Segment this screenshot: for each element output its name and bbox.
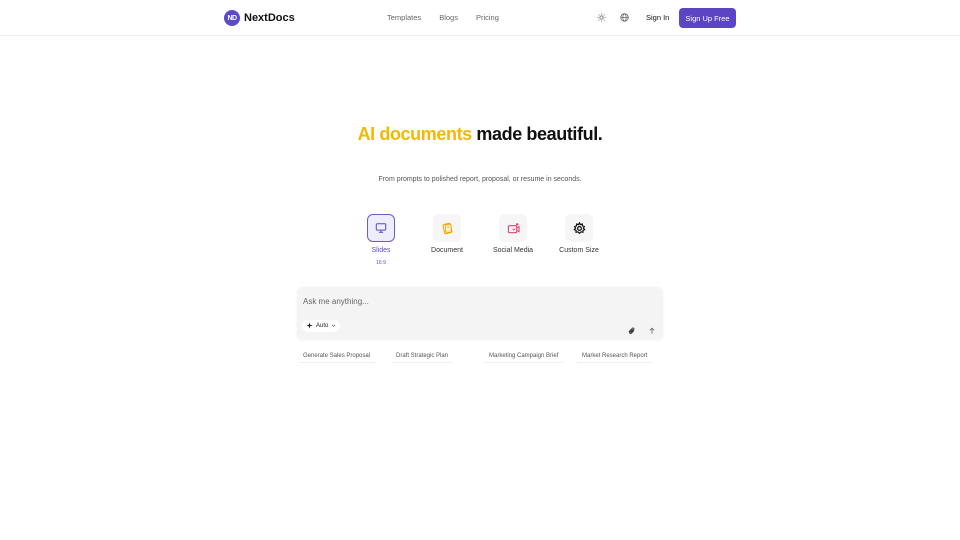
mode-selector-label: Auto [316, 323, 329, 329]
social-media-icon [499, 214, 527, 242]
hero-title-accent: AI documents [357, 124, 473, 144]
document-icon [433, 214, 461, 242]
prompt-input[interactable] [303, 294, 643, 308]
mode-slides[interactable]: Slides 16:9 [351, 214, 411, 266]
nav-pricing[interactable]: Pricing [476, 13, 499, 22]
mode-custom-size[interactable]: Custom Size [549, 214, 609, 254]
sun-icon[interactable] [596, 12, 606, 22]
hero-title-rest: made beautiful. [476, 124, 603, 144]
monitor-icon [367, 214, 395, 242]
mode-aspect-ratio: 16:9 [376, 260, 386, 266]
top-nav-bar: ND NextDocs Templates Blogs Pricing Sign… [0, 0, 960, 36]
hero-subtitle: From prompts to polished report, proposa… [378, 176, 582, 183]
mode-selector-button[interactable]: Auto [302, 320, 341, 332]
sign-up-button[interactable]: Sign Up Free [679, 8, 736, 28]
brand-name: NextDocs [244, 12, 295, 24]
brand-logo[interactable]: ND NextDocs [224, 10, 295, 26]
logo-mark: ND [224, 10, 240, 26]
nav-templates[interactable]: Templates [387, 13, 421, 22]
mode-label: Slides [371, 247, 391, 254]
suggestion-chip[interactable]: Market Research Report [577, 349, 653, 363]
prompt-card: Auto [297, 287, 663, 339]
suggestion-chip[interactable]: Draft Strategic Plan [391, 349, 454, 363]
gear-icon [565, 214, 593, 242]
nav-blogs[interactable]: Blogs [439, 13, 458, 22]
sign-in-link[interactable]: Sign In [646, 13, 669, 22]
mode-label: Document [431, 247, 463, 254]
hero-title: AI documents made beautiful. [0, 124, 960, 145]
main-nav: Templates Blogs Pricing [387, 13, 499, 22]
send-arrow-icon[interactable] [648, 322, 656, 340]
mode-social-media[interactable]: Social Media [483, 214, 543, 254]
sparkle-icon [306, 321, 313, 331]
mode-label: Social Media [492, 247, 534, 254]
suggestion-chip[interactable]: Marketing Campaign Brief [484, 349, 564, 363]
suggestion-chip[interactable]: Generate Sales Proposal [298, 349, 376, 363]
globe-icon[interactable] [619, 12, 629, 22]
mode-label: Custom Size [559, 247, 599, 254]
paperclip-icon[interactable] [628, 322, 636, 340]
mode-document[interactable]: Document [417, 214, 477, 254]
chevron-down-icon [331, 323, 336, 330]
